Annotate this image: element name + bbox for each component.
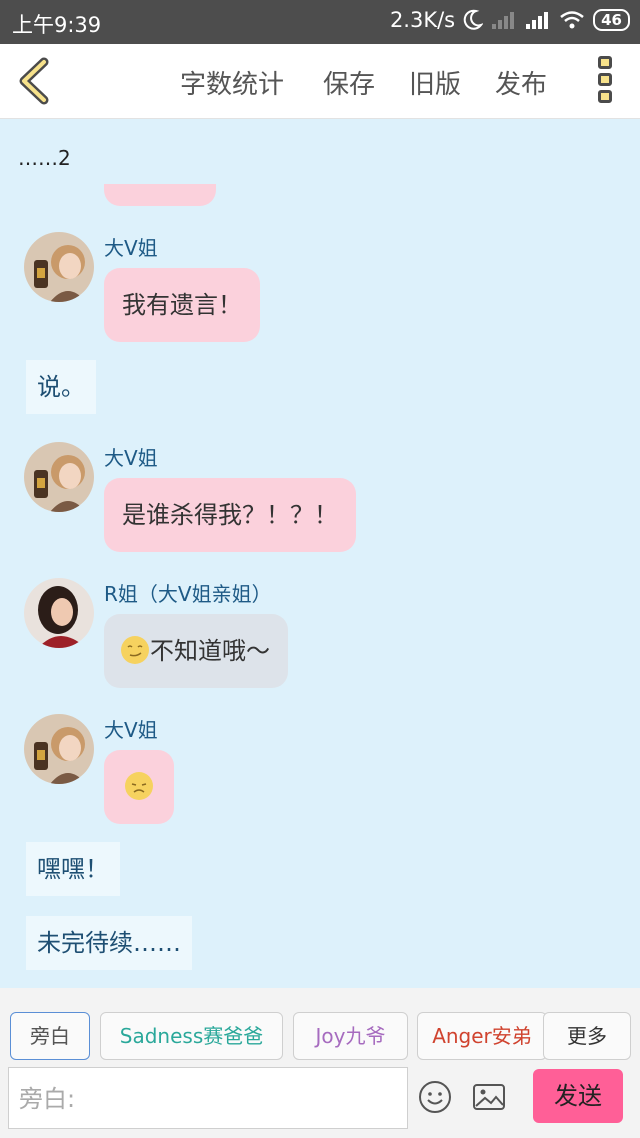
moon-icon <box>463 9 484 30</box>
role-sadness[interactable]: Sadness赛爸爸 <box>100 1012 283 1060</box>
speaker-name: 大V姐 <box>104 718 158 742</box>
signal-icon <box>526 12 549 29</box>
role-anger[interactable]: Anger安弟 <box>417 1012 547 1060</box>
truncated-text: ……2 <box>18 146 71 170</box>
status-bar: 上午9:39 2.3K/s 46 <box>0 0 640 44</box>
chat-area[interactable]: ……2 大V姐 我有遗言！ 说。 大V姐 是谁杀得我？！？！ R姐（大V姐亲姐）… <box>0 120 640 988</box>
network-speed: 2.3K/s <box>389 8 456 32</box>
emoji-button[interactable] <box>418 1080 452 1114</box>
chevron-left-icon <box>19 57 49 105</box>
message-input[interactable]: 旁白: <box>8 1067 408 1129</box>
avatar-image <box>24 578 94 648</box>
role-joy[interactable]: Joy九爷 <box>293 1012 408 1060</box>
clock: 上午9:39 <box>12 13 102 37</box>
speaker-name: 大V姐 <box>104 446 158 470</box>
status-icons: 2.3K/s 46 <box>390 8 630 32</box>
message-bubble[interactable]: 不知道哦～ <box>104 614 288 688</box>
old-version-button[interactable]: 旧版 <box>409 64 461 101</box>
partial-bubble <box>104 184 216 206</box>
avatar-image <box>24 442 94 512</box>
speaker-name: 大V姐 <box>104 236 158 260</box>
save-button[interactable]: 保存 <box>323 64 375 101</box>
smirk-emoji-icon <box>121 636 149 664</box>
back-button[interactable] <box>14 56 54 106</box>
battery-indicator: 46 <box>593 9 630 31</box>
narration-bubble[interactable]: 嘿嘿！ <box>26 842 120 896</box>
word-count-button[interactable]: 字数统计 <box>180 64 284 101</box>
wifi-icon <box>560 11 584 29</box>
message-bubble[interactable] <box>104 750 174 824</box>
role-narrator[interactable]: 旁白 <box>10 1012 90 1060</box>
input-panel: 旁白 Sadness赛爸爸 Joy九爷 Anger安弟 更多 旁白: 发送 <box>0 988 640 1138</box>
avatar-image <box>24 714 94 784</box>
signal-off-icon <box>492 12 515 29</box>
avatar-image <box>24 232 94 302</box>
more-roles-button[interactable]: 更多 <box>543 1012 631 1060</box>
editor-toolbar: 字数统计 保存 旧版 发布 <box>0 44 640 119</box>
avatar-r-jie[interactable] <box>24 578 94 648</box>
send-button[interactable]: 发送 <box>533 1069 623 1123</box>
sad-emoji-icon <box>125 772 153 800</box>
smile-icon <box>419 1081 451 1113</box>
message-bubble[interactable]: 我有遗言！ <box>104 268 260 342</box>
avatar-da-v[interactable] <box>24 232 94 302</box>
message-text: 不知道哦～ <box>150 637 270 665</box>
image-icon <box>473 1084 505 1110</box>
narration-bubble[interactable]: 说。 <box>26 360 96 414</box>
avatar-da-v[interactable] <box>24 442 94 512</box>
more-menu-icon[interactable] <box>594 56 616 108</box>
speaker-name: R姐（大V姐亲姐） <box>104 582 272 606</box>
publish-button[interactable]: 发布 <box>495 64 547 101</box>
narration-bubble[interactable]: 未完待续…… <box>26 916 192 970</box>
message-bubble[interactable]: 是谁杀得我？！？！ <box>104 478 356 552</box>
image-button[interactable] <box>472 1080 506 1114</box>
avatar-da-v[interactable] <box>24 714 94 784</box>
